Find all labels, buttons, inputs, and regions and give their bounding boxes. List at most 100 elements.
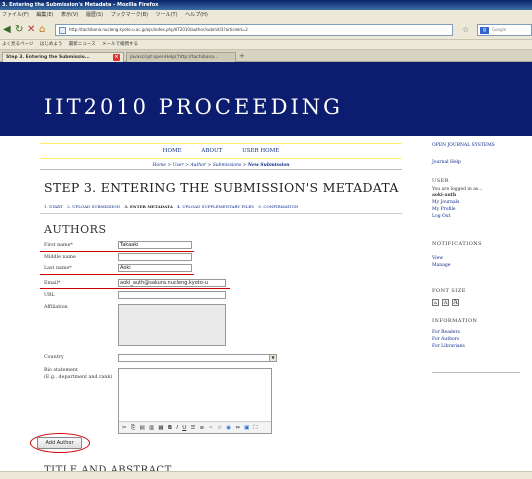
numbered-list-icon[interactable]: ≡ <box>200 425 205 431</box>
bookmark-item[interactable]: はじめよう <box>40 42 63 47</box>
bookmark-item[interactable]: 最新ニュース <box>69 42 96 47</box>
ojs-link[interactable]: OPEN JOURNAL SYSTEMS <box>432 143 495 148</box>
cut-icon[interactable]: ✂ <box>122 425 127 431</box>
tab-active[interactable]: Step 3. Entering the Submissio... × <box>2 52 124 62</box>
stop-icon[interactable]: ✕ <box>27 24 35 36</box>
new-tab-icon[interactable]: + <box>239 52 245 61</box>
bookmark-item[interactable]: メールで検問する <box>102 42 138 47</box>
menu-view[interactable]: 表示(V) <box>61 12 78 18</box>
site-title: IIT2010 PROCEEDING <box>44 95 343 119</box>
manage-link[interactable]: Manage <box>432 263 450 268</box>
notifications-heading: NOTIFICATIONS <box>432 241 483 247</box>
breadcrumb-current[interactable]: New Submission <box>248 163 290 168</box>
information-heading: INFORMATION <box>432 318 478 324</box>
unlink-icon[interactable]: ⊘ <box>217 425 222 431</box>
last-name-field[interactable]: Aoki <box>118 264 192 272</box>
nav-about-link[interactable]: ABOUT <box>201 148 222 154</box>
bold-icon[interactable]: B <box>168 425 172 431</box>
font-size-small-button[interactable]: A <box>432 299 439 306</box>
nav-home-link[interactable]: HOME <box>163 148 182 154</box>
anchor-icon[interactable]: ◉ <box>226 425 231 431</box>
breadcrumb-separator: > <box>207 163 212 168</box>
affiliation-textarea[interactable] <box>118 304 226 346</box>
back-icon[interactable]: ◀ <box>3 24 11 36</box>
step-confirmation-link[interactable]: 5. CONFIRMATION <box>258 204 298 209</box>
font-size-large-button[interactable]: A <box>452 299 459 306</box>
email-field[interactable]: aoki_auth@sakura.nucleng.kyoto-u <box>118 279 226 287</box>
italic-icon[interactable]: I <box>176 425 178 431</box>
tab-label: javascript:openHelp('http://tachibana... <box>130 55 219 60</box>
for-librarians-link[interactable]: For Librarians <box>432 344 465 349</box>
search-input[interactable]: g Google <box>477 24 532 36</box>
breadcrumb-separator: > <box>242 163 247 168</box>
annotation-underline <box>40 288 230 289</box>
country-select[interactable]: ▼ <box>118 354 277 362</box>
url-field[interactable] <box>118 291 226 299</box>
affiliation-label: Affiliation <box>44 305 68 310</box>
paste-word-icon[interactable]: ▥ <box>149 425 154 431</box>
step-supplementary-link[interactable]: 4. UPLOAD SUPPLEMENTARY FILES <box>177 204 254 209</box>
annotation-underline <box>40 274 194 275</box>
link-icon[interactable]: ⚭ <box>209 425 214 431</box>
image-icon[interactable]: ▣ <box>244 425 249 431</box>
breadcrumb-user[interactable]: User <box>173 163 184 168</box>
tab-inactive[interactable]: javascript:openHelp('http://tachibana... <box>126 52 236 62</box>
view-link[interactable]: View <box>432 256 443 261</box>
breadcrumb-separator: > <box>167 163 172 168</box>
breadcrumb-separator: > <box>185 163 189 168</box>
home-icon[interactable]: ⌂ <box>39 24 45 36</box>
step-upload-link[interactable]: 2. UPLOAD SUBMISSION <box>67 204 120 209</box>
top-navigation: HOME ABOUT USER HOME <box>40 143 402 159</box>
url-label: URL <box>44 293 55 298</box>
nav-user-home-link[interactable]: USER HOME <box>242 148 279 154</box>
bio-editor[interactable]: ✂ ⎘ ▤ ▥ ▦ B I U ☰ ≡ ⚭ ⊘ ◉ ⇔ ▣ ⛶ <box>118 368 272 434</box>
breadcrumb-submissions[interactable]: Submissions <box>213 163 242 168</box>
middle-name-field[interactable] <box>118 253 192 261</box>
close-tab-icon[interactable]: × <box>113 54 120 61</box>
url-text: http://tachibana.nucleng.kyoto-u.ac.jp/o… <box>69 27 248 32</box>
step-metadata-current: 3. ENTER METADATA <box>124 204 173 209</box>
bookmark-star-icon[interactable]: ☆ <box>462 25 469 34</box>
tab-bar: Step 3. Entering the Submissio... × java… <box>0 50 532 62</box>
divider <box>40 213 402 214</box>
google-icon: g <box>480 27 489 34</box>
editor-toolbar: ✂ ⎘ ▤ ▥ ▦ B I U ☰ ≡ ⚭ ⊘ ◉ ⇔ ▣ ⛶ <box>119 421 271 433</box>
copy-icon[interactable]: ⎘ <box>131 425 135 431</box>
chevron-down-icon[interactable]: ▼ <box>269 355 276 361</box>
navigation-toolbar: ◀ ↻ ✕ ⌂ http://tachibana.nucleng.kyoto-u… <box>0 20 532 40</box>
menu-file[interactable]: ファイル(F) <box>2 12 29 18</box>
menu-edit[interactable]: 編集(E) <box>36 12 53 18</box>
font-size-medium-button[interactable]: A <box>442 299 449 306</box>
menu-history[interactable]: 履歴(S) <box>86 12 103 18</box>
bullet-list-icon[interactable]: ☰ <box>190 425 195 431</box>
menu-bookmarks[interactable]: ブックマーク(B) <box>111 12 148 18</box>
step-start-link[interactable]: 1. START <box>44 204 63 209</box>
menu-tools[interactable]: ツール(T) <box>156 12 178 18</box>
journal-help-link[interactable]: Journal Help <box>432 160 461 165</box>
bio-hint: (E.g., department and rank) <box>44 375 113 380</box>
first-name-field[interactable]: Takaaki <box>118 241 192 249</box>
paste-text-icon[interactable]: ▦ <box>158 425 163 431</box>
url-bar[interactable]: http://tachibana.nucleng.kyoto-u.ac.jp/o… <box>55 24 453 36</box>
my-journals-link[interactable]: My Journals <box>432 200 459 205</box>
for-authors-link[interactable]: For Authors <box>432 337 459 342</box>
bookmark-item[interactable]: よく見るページ <box>2 42 33 47</box>
add-author-button[interactable]: Add Author <box>37 437 82 449</box>
for-readers-link[interactable]: For Readers <box>432 330 460 335</box>
fullscreen-icon[interactable]: ⛶ <box>254 425 258 431</box>
paste-icon[interactable]: ▤ <box>140 425 145 431</box>
menu-help[interactable]: ヘルプ(H) <box>185 12 208 18</box>
html-icon[interactable]: ⇔ <box>235 425 240 431</box>
underline-icon[interactable]: U <box>182 425 186 431</box>
font-size-heading: FONT SIZE <box>432 288 466 294</box>
search-placeholder: Google <box>492 27 507 32</box>
status-bar <box>0 471 532 479</box>
logged-in-text: You are logged in as... <box>432 187 483 192</box>
reload-icon[interactable]: ↻ <box>15 24 23 36</box>
breadcrumb-author[interactable]: Author <box>190 163 206 168</box>
logout-link[interactable]: Log Out <box>432 214 450 219</box>
my-profile-link[interactable]: My Profile <box>432 207 456 212</box>
breadcrumb-home[interactable]: Home <box>153 163 167 168</box>
breadcrumb: Home > User > Author > Submissions > New… <box>40 161 402 170</box>
middle-name-label: Middle name <box>44 255 76 260</box>
